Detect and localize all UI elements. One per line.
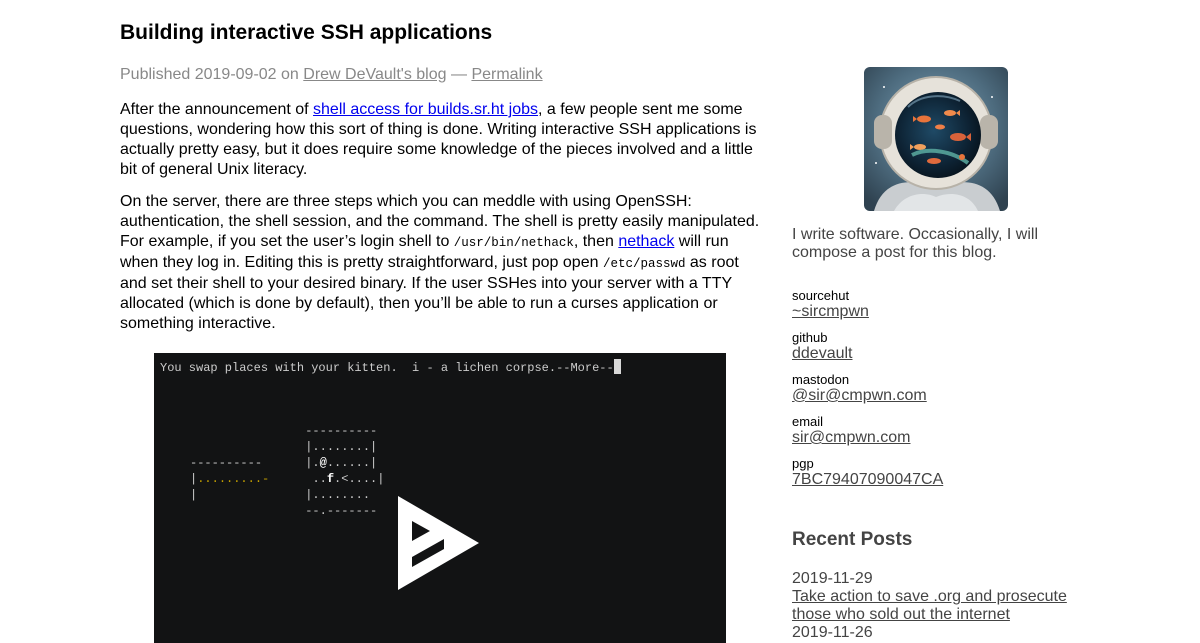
nethack-path-code: /usr/bin/nethack: [453, 236, 574, 250]
p1-text-before: After the announcement of: [120, 101, 314, 118]
recent-posts-list: 2019-11-29 Take action to save .org and …: [792, 570, 1082, 642]
article-title: Building interactive SSH applications: [120, 21, 493, 44]
post-date: 2019-11-26: [792, 624, 873, 641]
terminal-cursor: [613, 359, 621, 374]
astronaut-avatar: [864, 67, 1008, 211]
builds-shell-access-link[interactable]: shell access for builds.sr.ht jobs: [313, 101, 538, 118]
link-group-mastodon: mastodon @sir@cmpwn.com: [792, 373, 1082, 415]
nethack-link[interactable]: nethack: [618, 233, 674, 250]
map-row-5: | |........: [154, 488, 371, 502]
map-row-3-rest: ......|: [326, 456, 378, 470]
map-row-6: --.-------: [154, 504, 378, 518]
terminal-status-text: You swap places with your kitten. i - a …: [160, 361, 614, 375]
nethack-map: ---------- |........| ---------- |.@....…: [154, 423, 384, 519]
map-row-1: ----------: [154, 424, 378, 438]
link-group-sourcehut: sourcehut ~sircmpwn: [792, 289, 1082, 331]
paragraph-intro: After the announcement of shell access f…: [120, 100, 760, 180]
map-row-4-mid: ..: [269, 472, 327, 486]
link-label-pgp: pgp: [792, 456, 814, 471]
link-email[interactable]: sir@cmpwn.com: [792, 429, 910, 447]
article-meta: Published 2019-09-02 on Drew DeVault's b…: [120, 62, 760, 88]
asciinema-player[interactable]: You swap places with your kitten. i - a …: [154, 353, 726, 643]
link-mastodon[interactable]: @sir@cmpwn.com: [792, 387, 927, 405]
recent-posts-heading: Recent Posts: [792, 529, 913, 550]
link-label-mastodon: mastodon: [792, 372, 850, 387]
link-sourcehut[interactable]: ~sircmpwn: [792, 303, 869, 321]
link-label-sourcehut: sourcehut: [792, 288, 850, 303]
p2-text-2: , then: [573, 233, 619, 250]
blog-link[interactable]: Drew DeVault's blog: [303, 66, 446, 83]
meta-separator: —: [450, 66, 467, 83]
link-group-pgp: pgp 7BC79407090047CA: [792, 457, 1082, 499]
article: Building interactive SSH applications Pu…: [120, 16, 760, 334]
terminal-status-line: You swap places with your kitten. i - a …: [160, 359, 621, 376]
link-github[interactable]: ddevault: [792, 345, 853, 363]
profile-links: sourcehut ~sircmpwn github ddevault mast…: [792, 289, 1082, 499]
recent-post-link[interactable]: Take action to save .org and prosecute t…: [792, 588, 1082, 624]
map-row-4-rest: .<....|: [334, 472, 385, 486]
player-glyph: @: [319, 456, 327, 470]
link-group-email: email sir@cmpwn.com: [792, 415, 1082, 457]
kitten-glyph: f: [326, 472, 335, 486]
map-row-4: |: [154, 472, 198, 486]
link-label-email: email: [792, 414, 824, 429]
author-bio: I write software. Occasionally, I will c…: [792, 226, 1038, 261]
passwd-path-code: /etc/passwd: [602, 257, 686, 271]
post-date: 2019-11-29: [792, 570, 873, 587]
map-row-3: ---------- |.: [154, 456, 320, 470]
map-row-2: |........|: [154, 440, 378, 454]
link-label-github: github: [792, 330, 828, 345]
link-group-github: github ddevault: [792, 331, 1082, 373]
permalink-link[interactable]: Permalink: [471, 66, 542, 83]
lit-corridor: .........-: [197, 472, 270, 486]
link-pgp[interactable]: 7BC79407090047CA: [792, 471, 943, 489]
asciinema-play-icon[interactable]: [394, 493, 484, 593]
paragraph-server: On the server, there are three steps whi…: [120, 192, 760, 334]
published-date: Published 2019-09-02 on: [120, 66, 299, 83]
